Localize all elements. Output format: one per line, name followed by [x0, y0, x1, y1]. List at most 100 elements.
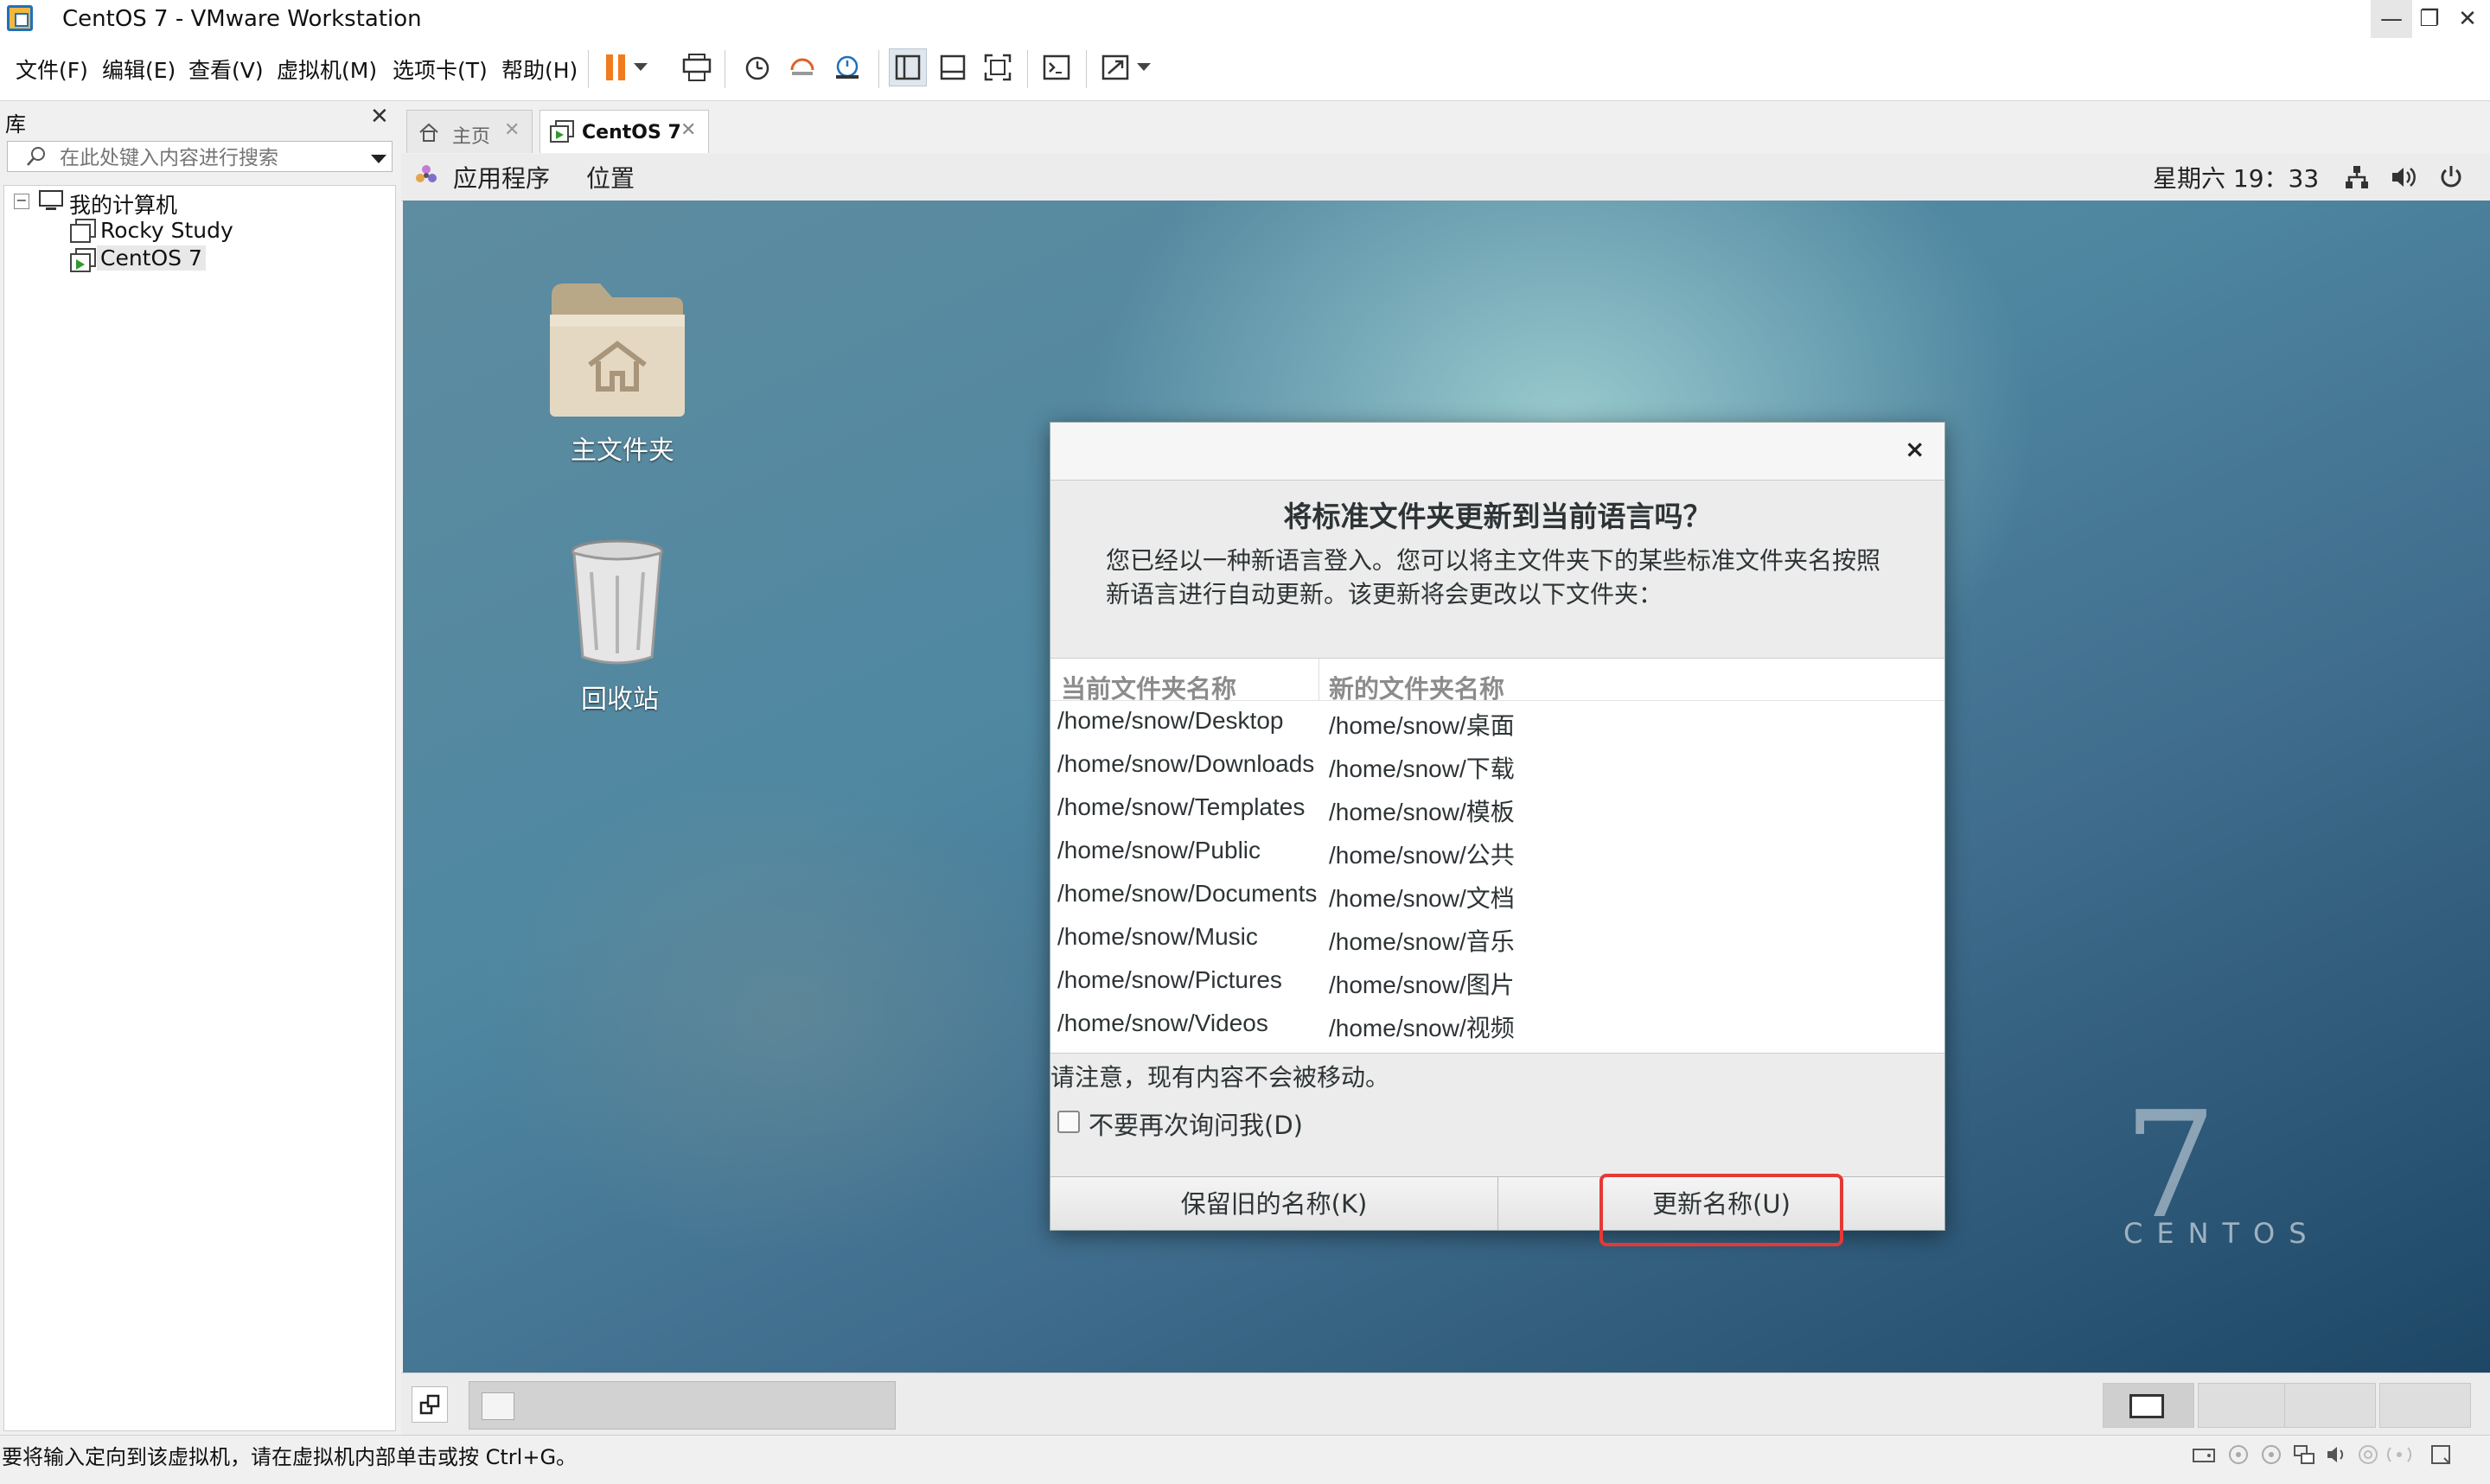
full-screen-icon[interactable] — [979, 48, 1017, 86]
row-new-name[interactable]: /home/snow/模板 — [1329, 793, 1515, 828]
menu-file[interactable]: 文件(F) — [16, 54, 88, 85]
dont-ask-again-label[interactable]: 不要再次询问我(D) — [1089, 1105, 1303, 1142]
folder-rename-table: 当前文件夹名称 新的文件夹名称 /home/snow/Desktop /home… — [1050, 658, 1944, 1054]
toolbar-separator — [878, 50, 879, 88]
snapshot-manager-icon[interactable] — [828, 48, 866, 86]
row-current-name[interactable]: /home/snow/Templates — [1057, 793, 1305, 821]
window-list-app-icon[interactable] — [482, 1392, 514, 1420]
home-folder-label[interactable]: 主文件夹 — [571, 429, 674, 467]
library-close-button[interactable]: ✕ — [370, 104, 389, 130]
workspace-4[interactable] — [2379, 1383, 2471, 1428]
menu-edit[interactable]: 编辑(E) — [102, 54, 176, 85]
collapse-toggle-icon[interactable]: − — [14, 194, 29, 209]
minimize-button[interactable]: — — [2371, 0, 2412, 38]
vm-icon — [69, 218, 97, 247]
pause-dropdown-icon[interactable] — [629, 48, 652, 86]
volume-icon[interactable] — [2390, 164, 2417, 194]
thumbnail-bar-icon[interactable] — [934, 48, 972, 86]
row-new-name[interactable]: /home/snow/公共 — [1329, 837, 1515, 871]
guest-clock[interactable]: 星期六 19：33 — [2153, 160, 2319, 194]
tab-home[interactable]: 主页 ✕ — [406, 110, 533, 153]
row-new-name[interactable]: /home/snow/音乐 — [1329, 923, 1515, 958]
revert-snapshot-icon[interactable] — [783, 48, 821, 86]
guest-window-list[interactable] — [469, 1381, 896, 1430]
annotation-highlight-box — [1599, 1174, 1843, 1246]
tree-item-my-computer[interactable]: 我的计算机 — [69, 188, 177, 220]
tab-home-label: 主页 — [452, 126, 491, 148]
restore-button[interactable]: ❐ — [2409, 0, 2450, 38]
header-divider — [1050, 700, 1944, 701]
row-new-name[interactable]: /home/snow/图片 — [1329, 966, 1515, 1001]
row-current-name[interactable]: /home/snow/Documents — [1057, 880, 1317, 908]
home-icon — [418, 121, 440, 149]
network-adapter-icon[interactable] — [2291, 1442, 2317, 1468]
row-new-name[interactable]: /home/snow/下载 — [1329, 750, 1515, 785]
power-icon[interactable] — [2438, 164, 2464, 194]
row-current-name[interactable]: /home/snow/Downloads — [1057, 750, 1314, 778]
row-new-name[interactable]: /home/snow/视频 — [1329, 1010, 1515, 1044]
console-view-icon[interactable] — [1038, 48, 1076, 86]
show-library-icon[interactable] — [889, 48, 927, 86]
row-current-name[interactable]: /home/snow/Public — [1057, 837, 1261, 864]
bluetooth-icon[interactable] — [2386, 1442, 2412, 1468]
snapshot-icon[interactable] — [738, 48, 776, 86]
cd-dvd-icon[interactable] — [2225, 1442, 2251, 1468]
window-title: CentOS 7 - VMware Workstation — [62, 6, 422, 32]
home-folder-icon[interactable] — [548, 278, 686, 422]
usb-icon[interactable] — [2355, 1442, 2381, 1468]
vmware-app-icon — [7, 5, 33, 31]
tab-centos-label: CentOS 7 — [582, 122, 681, 143]
row-new-name[interactable]: /home/snow/桌面 — [1329, 707, 1515, 742]
close-window-button[interactable]: ✕ — [2447, 0, 2488, 38]
network-icon[interactable] — [2343, 164, 2371, 194]
dialog-description-line-1: 您已经以一种新语言登入。您可以将主文件夹下的某些标准文件夹名按照 — [1106, 546, 1881, 575]
row-current-name[interactable]: /home/snow/Desktop — [1057, 707, 1283, 735]
library-tree — [3, 185, 396, 1431]
workspace-3[interactable] — [2284, 1383, 2376, 1428]
stretch-dropdown-icon[interactable] — [1133, 48, 1155, 86]
vm-running-icon — [69, 247, 97, 277]
places-menu[interactable]: 位置 — [586, 160, 635, 194]
menu-view[interactable]: 查看(V) — [188, 54, 264, 85]
cd-dvd-icon[interactable] — [2258, 1442, 2284, 1468]
dialog-description-line-2: 新语言进行自动更新。该更新将会更改以下文件夹： — [1106, 580, 1663, 608]
tree-item-rocky-study[interactable]: Rocky Study — [100, 218, 233, 243]
message-log-icon[interactable] — [2428, 1442, 2454, 1468]
centos-watermark-word: CENTOS — [2123, 1217, 2321, 1250]
tree-item-centos-7[interactable]: CentOS 7 — [97, 245, 206, 271]
keep-old-names-button[interactable]: 保留旧的名称(K) — [1050, 1176, 1498, 1230]
trash-label[interactable]: 回收站 — [581, 678, 659, 716]
stretch-guest-icon[interactable] — [1096, 48, 1134, 86]
send-ctrl-alt-del-icon[interactable] — [678, 48, 716, 86]
workspace-2[interactable] — [2198, 1383, 2289, 1428]
row-new-name[interactable]: /home/snow/文档 — [1329, 880, 1515, 914]
hard-disk-icon[interactable] — [2191, 1442, 2217, 1468]
trash-icon[interactable] — [565, 538, 669, 671]
applications-menu[interactable]: 应用程序 — [453, 160, 550, 194]
library-header — [0, 102, 398, 142]
applications-menu-icon — [413, 162, 439, 192]
dialog-close-button[interactable]: × — [1905, 435, 1925, 463]
tab-centos-7[interactable]: CentOS 7 ✕ — [540, 110, 709, 153]
menu-vm[interactable]: 虚拟机(M) — [277, 54, 377, 85]
tab-strip — [399, 102, 2490, 154]
row-current-name[interactable]: /home/snow/Music — [1057, 923, 1258, 951]
workspace-1[interactable] — [2103, 1383, 2194, 1428]
menu-help[interactable]: 帮助(H) — [501, 54, 578, 85]
toolbar-separator — [588, 50, 589, 88]
dont-ask-again-checkbox[interactable] — [1057, 1111, 1080, 1133]
show-desktop-icon[interactable] — [412, 1386, 448, 1423]
dialog-header — [1050, 423, 1944, 481]
row-current-name[interactable]: /home/snow/Pictures — [1057, 966, 1282, 994]
search-icon — [25, 145, 48, 171]
library-search-input[interactable] — [58, 144, 355, 170]
menu-tabs[interactable]: 选项卡(T) — [393, 54, 488, 85]
row-current-name[interactable]: /home/snow/Videos — [1057, 1010, 1268, 1037]
tab-close-icon[interactable]: ✕ — [680, 119, 696, 141]
dialog-title: 将标准文件夹更新到当前语言吗？ — [1283, 500, 1712, 533]
dialog-description: 您已经以一种新语言登入。您可以将主文件夹下的某些标准文件夹名按照 新语言进行自动… — [1106, 544, 1910, 611]
search-dropdown-icon[interactable] — [371, 152, 386, 169]
tab-close-icon[interactable]: ✕ — [504, 119, 520, 141]
library-search — [7, 141, 393, 172]
sound-card-icon[interactable] — [2324, 1442, 2350, 1468]
